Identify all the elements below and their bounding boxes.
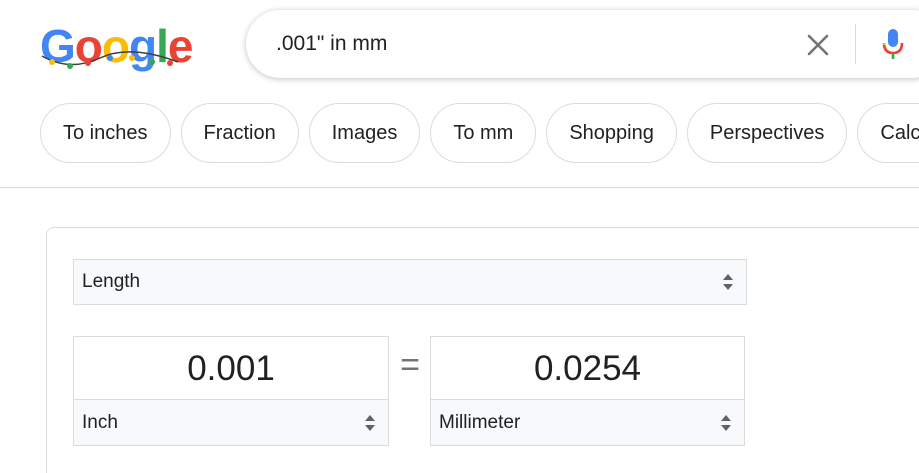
unit-converter-card: Length Inch = Millimeter bbox=[46, 227, 919, 473]
chip-images[interactable]: Images bbox=[308, 103, 421, 163]
from-unit-label: Inch bbox=[82, 411, 118, 433]
microphone-icon bbox=[882, 29, 904, 59]
chip-label: To mm bbox=[453, 121, 514, 144]
chip-label: To inches bbox=[63, 121, 148, 144]
close-icon bbox=[807, 34, 829, 56]
to-unit-label: Millimeter bbox=[439, 411, 521, 433]
chip-label: Fraction bbox=[203, 121, 276, 144]
chip-to-inches[interactable]: To inches bbox=[40, 103, 171, 163]
unit-type-label: Length bbox=[82, 271, 141, 292]
unit-type-select[interactable]: Length bbox=[73, 259, 747, 305]
search-box bbox=[246, 10, 919, 78]
header-divider bbox=[0, 187, 919, 188]
from-value-input[interactable] bbox=[74, 347, 388, 391]
to-value-box: Millimeter bbox=[430, 336, 745, 446]
search-divider bbox=[855, 24, 856, 64]
chip-label: Perspectives bbox=[709, 121, 825, 144]
voice-search-button[interactable] bbox=[878, 26, 908, 62]
chip-label: Images bbox=[331, 121, 398, 144]
chip-shopping[interactable]: Shopping bbox=[546, 103, 677, 163]
to-unit-select[interactable]: Millimeter bbox=[430, 399, 745, 446]
filter-chips: To inches Fraction Images To mm Shopping… bbox=[40, 103, 919, 163]
chip-label: Calculator bbox=[880, 121, 919, 144]
up-down-arrows-icon bbox=[721, 414, 731, 431]
up-down-arrows-icon bbox=[365, 414, 375, 431]
chip-perspectives[interactable]: Perspectives bbox=[686, 103, 848, 163]
chip-label: Shopping bbox=[569, 121, 654, 144]
chip-fraction[interactable]: Fraction bbox=[180, 103, 299, 163]
equals-sign: = bbox=[400, 346, 420, 384]
chip-calculator[interactable]: Calculator bbox=[857, 103, 919, 163]
up-down-arrows-icon bbox=[723, 274, 733, 290]
holiday-lights-decoration bbox=[41, 51, 179, 69]
from-unit-select[interactable]: Inch bbox=[73, 399, 389, 446]
clear-search-button[interactable] bbox=[803, 30, 833, 60]
to-value-input[interactable] bbox=[431, 347, 744, 391]
search-input[interactable] bbox=[276, 28, 776, 60]
from-value-box: Inch bbox=[73, 336, 389, 446]
search-results-page: Google To inches Fracti bbox=[0, 0, 919, 473]
chip-to-mm[interactable]: To mm bbox=[430, 103, 537, 163]
